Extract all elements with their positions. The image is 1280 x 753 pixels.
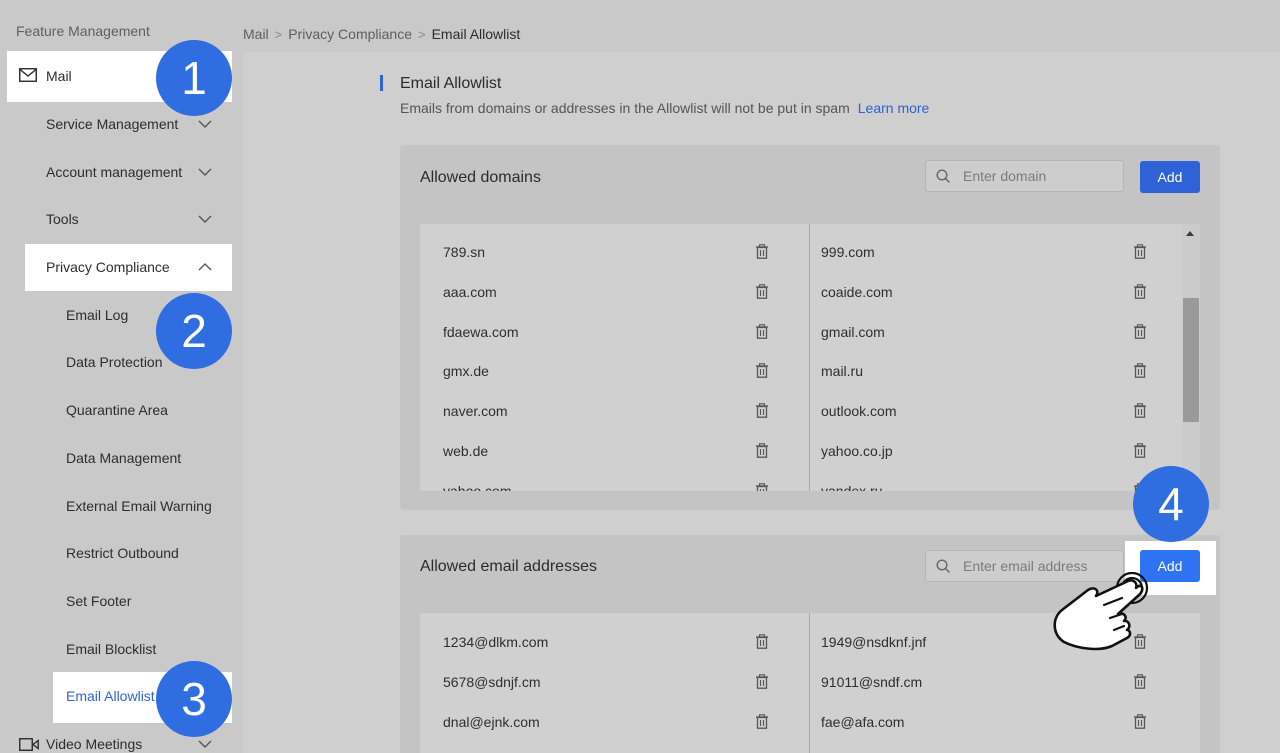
breadcrumb-mail[interactable]: Mail xyxy=(243,26,269,42)
page-title: Email Allowlist xyxy=(400,75,502,92)
step-badge-1: 1 xyxy=(156,40,232,116)
scroll-up-arrow-icon[interactable] xyxy=(1186,231,1194,236)
domain-list: 789.sn aaa.com fdaewa.com gmx.de naver.com we… xyxy=(420,224,1200,491)
chevron-down-icon xyxy=(198,120,212,128)
scrollbar-thumb[interactable] xyxy=(1183,298,1199,422)
breadcrumb-current: Email Allowlist xyxy=(431,26,521,42)
domain-input[interactable] xyxy=(963,161,1118,191)
learn-more-link[interactable]: Learn more xyxy=(858,100,930,116)
sidebar-item-label: Data Management xyxy=(66,450,182,466)
list-item-text: yandex.ru xyxy=(821,482,883,491)
list-item-text: outlook.com xyxy=(821,403,897,420)
sidebar-item-label: Quarantine Area xyxy=(66,402,168,418)
list-item: gmail.com xyxy=(420,312,1200,352)
list-item-text: 999.com xyxy=(821,244,875,260)
sidebar-item-label: External Email Warning xyxy=(66,498,212,514)
sidebar-item-set-footer[interactable]: Set Footer xyxy=(0,577,243,625)
sidebar-heading: Feature Management xyxy=(16,23,150,39)
allowed-domains-card: Allowed domains Add 789.snaaa.comfdaewa.… xyxy=(400,145,1220,510)
step-badge-3: 3 xyxy=(156,661,232,737)
sidebar-item-label: Email Blocklist xyxy=(66,641,157,657)
trash-icon[interactable] xyxy=(1133,323,1147,339)
add-domain-button[interactable]: Add xyxy=(1140,161,1200,193)
sidebar-item-label: Video Meetings xyxy=(46,736,143,752)
section-accent-bar xyxy=(380,75,383,91)
sidebar-item-label: Privacy Compliance xyxy=(46,259,170,275)
list-item-text: gmail.com xyxy=(821,323,885,340)
sidebar-item-label: Service Management xyxy=(46,116,179,132)
card-title: Allowed email addresses xyxy=(420,558,597,575)
list-item: mail.ru xyxy=(420,351,1200,391)
search-icon xyxy=(936,169,950,183)
trash-icon[interactable] xyxy=(1133,674,1147,689)
trash-icon[interactable] xyxy=(1133,363,1147,379)
list-item: fae@afa.com xyxy=(420,702,1200,742)
list-item-text: fae@afa.com xyxy=(821,713,905,730)
list-item: yandex.ru xyxy=(420,471,1200,491)
sidebar-item-data-management[interactable]: Data Management xyxy=(0,434,243,482)
breadcrumb-privacy-compliance[interactable]: Privacy Compliance xyxy=(288,26,412,42)
search-icon xyxy=(936,559,950,573)
sidebar-item-label: Tools xyxy=(46,211,79,227)
page-description: Emails from domains or addresses in the … xyxy=(400,100,929,116)
list-item-text: coaide.com xyxy=(821,283,893,300)
list-item: 91011@sndf.cm xyxy=(420,662,1200,702)
chevron-down-icon xyxy=(198,168,212,176)
list-item-text: 1949@nsdknf.jnf xyxy=(821,634,927,650)
step-badge-4: 4 xyxy=(1133,466,1209,542)
card-title: Allowed domains xyxy=(420,169,541,186)
sidebar-item-label: Set Footer xyxy=(66,593,132,609)
sidebar-item-privacy-compliance[interactable]: Privacy Compliance xyxy=(0,243,243,291)
breadcrumb: Mail > Privacy Compliance > Email Allowl… xyxy=(243,26,520,42)
list-item-text: mail.ru xyxy=(821,363,864,380)
sidebar-item-label: Data Protection xyxy=(66,354,163,370)
list-item: coaide.com xyxy=(420,272,1200,312)
list-item-text: 91011@sndf.cm xyxy=(821,673,923,690)
sidebar-item-external-email-warning[interactable]: External Email Warning xyxy=(0,482,243,530)
chevron-down-icon xyxy=(198,215,212,223)
breadcrumb-separator: > xyxy=(417,26,426,42)
sidebar-item-account-management[interactable]: Account management xyxy=(0,148,243,196)
sidebar-item-restrict-outbound[interactable]: Restrict Outbound xyxy=(0,529,243,577)
hand-pointer-icon xyxy=(1053,571,1149,651)
step-badge-2: 2 xyxy=(156,293,232,369)
sidebar-item-label: Account management xyxy=(46,164,183,180)
sidebar-item-label: Email Log xyxy=(66,307,129,323)
list-item: 999.com xyxy=(420,232,1200,272)
breadcrumb-separator: > xyxy=(274,26,283,42)
description-text: Emails from domains or addresses in the … xyxy=(400,100,850,116)
sidebar-item-quarantine-area[interactable]: Quarantine Area xyxy=(0,386,243,434)
trash-icon[interactable] xyxy=(1133,403,1147,419)
sidebar-item-label: Restrict Outbound xyxy=(66,545,179,561)
trash-icon[interactable] xyxy=(1133,443,1147,458)
sidebar-item-mail-label: Mail xyxy=(46,68,72,84)
list-item-text: yahoo.co.jp xyxy=(821,443,893,459)
trash-icon[interactable] xyxy=(1133,284,1147,299)
domain-search[interactable] xyxy=(925,160,1124,192)
list-item: yahoo.co.jp xyxy=(420,431,1200,471)
chevron-up-icon xyxy=(198,263,212,271)
chevron-down-icon xyxy=(198,740,212,748)
trash-icon[interactable] xyxy=(1133,713,1147,729)
trash-icon[interactable] xyxy=(1133,244,1147,259)
sidebar-item-tools[interactable]: Tools xyxy=(0,195,243,243)
sidebar-item-label: Email Allowlist xyxy=(66,688,155,704)
list-item: outlook.com xyxy=(420,391,1200,431)
